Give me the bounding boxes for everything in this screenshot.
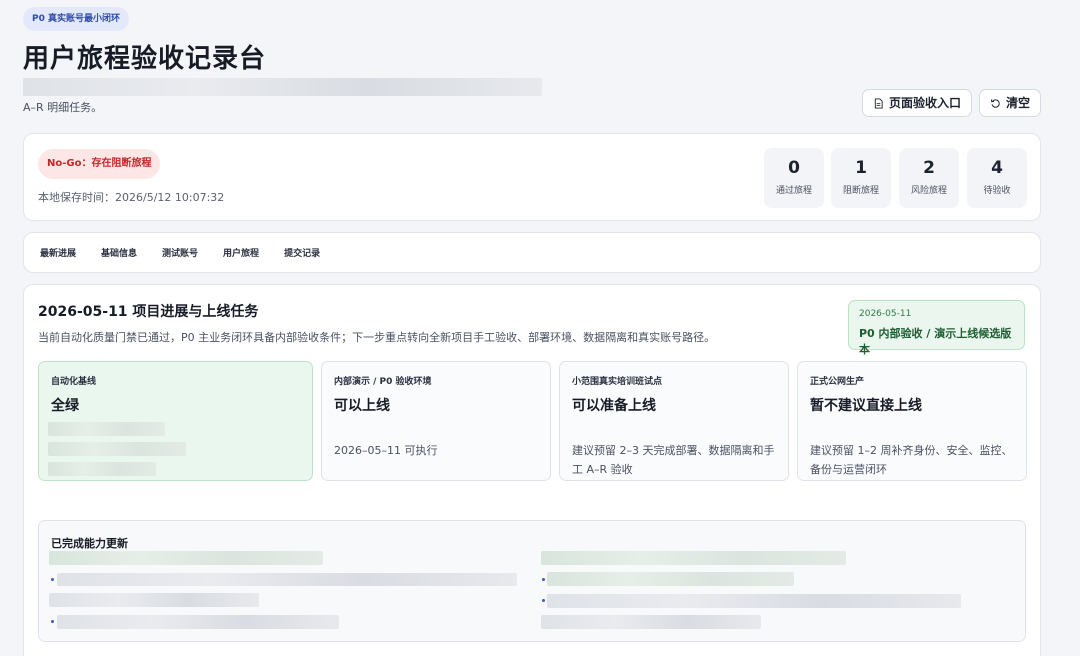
card-automation-baseline: 自动化基线 全绿 — [38, 361, 313, 481]
redacted-text — [541, 551, 846, 565]
card-key: 自动化基线 — [51, 377, 97, 387]
tab-bar: 最新进展 基础信息 测试账号 用户旅程 提交记录 — [23, 232, 1041, 273]
clear-button[interactable]: 清空 — [979, 89, 1042, 117]
document-icon — [874, 97, 883, 109]
bullet-icon — [51, 620, 54, 623]
progress-title: 2026-05-11 项目进展与上线任务 — [38, 304, 259, 320]
card-value: 可以准备上线 — [572, 398, 656, 414]
redacted-text — [49, 593, 259, 607]
stat-label: 通过旅程 — [775, 186, 812, 196]
redacted-text — [57, 615, 339, 629]
redacted-text — [541, 615, 761, 629]
page-check-label: 页面验收入口 — [889, 96, 962, 110]
card-value: 可以上线 — [334, 398, 390, 414]
card-key: 小范围真实培训班试点 — [572, 377, 663, 387]
stat-pending: 4 待验收 — [967, 148, 1027, 208]
stat-passed: 0 通过旅程 — [764, 148, 824, 208]
bullet-icon — [542, 599, 545, 602]
redacted-text — [48, 462, 156, 476]
redacted-text — [57, 573, 517, 586]
stat-value: 2 — [923, 158, 935, 178]
version-date: 2026-05-11 — [859, 309, 912, 319]
stat-blocked: 1 阻断旅程 — [831, 148, 891, 208]
stat-label: 阻断旅程 — [842, 186, 879, 196]
redacted-description — [23, 78, 542, 96]
card-key: 内部演示 / P0 验收环境 — [334, 377, 432, 387]
tab-test-accounts[interactable]: 测试账号 — [162, 246, 198, 259]
page-check-button[interactable]: 页面验收入口 — [862, 89, 973, 117]
card-note: 建议预留 1–2 周补齐身份、安全、监控、备份与运营闭环 — [810, 444, 1013, 476]
card-public-production: 正式公网生产 暂不建议直接上线 建议预留 1–2 周补齐身份、安全、监控、备份与… — [797, 361, 1027, 481]
version-badge: 2026-05-11 P0 内部验收 / 演示上线候选版本 — [848, 300, 1025, 356]
bullet-icon — [51, 578, 54, 581]
completed-title: 已完成能力更新 — [51, 537, 128, 550]
bullet-icon — [542, 578, 545, 581]
card-value: 暂不建议直接上线 — [810, 398, 922, 414]
redacted-text — [48, 442, 186, 456]
card-small-pilot: 小范围真实培训班试点 可以准备上线 建议预留 2–3 天完成部署、数据隔离和手工… — [559, 361, 789, 481]
stat-label: 待验收 — [983, 186, 1011, 196]
redacted-text — [547, 594, 961, 608]
page-subtitle: A–R 明细任务。 — [23, 101, 103, 114]
card-key: 正式公网生产 — [810, 377, 865, 387]
tab-user-journeys[interactable]: 用户旅程 — [223, 246, 259, 259]
stat-value: 0 — [788, 158, 800, 178]
redacted-text — [547, 572, 794, 586]
redacted-text — [48, 422, 165, 436]
version-label: P0 内部验收 / 演示上线候选版本 — [859, 327, 1012, 356]
progress-card: 2026-05-11 项目进展与上线任务 当前自动化质量门禁已通过，P0 主业务… — [23, 284, 1041, 656]
redacted-text — [49, 551, 323, 565]
saved-time: 本地保存时间：2026/5/12 10:07:32 — [38, 191, 225, 204]
status-badge: No-Go：存在阻断旅程 — [38, 149, 161, 179]
tab-submissions[interactable]: 提交记录 — [284, 246, 320, 259]
progress-description: 当前自动化质量门禁已通过，P0 主业务闭环具备内部验收条件；下一步重点转向全新项… — [38, 331, 716, 344]
card-note: 建议预留 2–3 天完成部署、数据隔离和手工 A–R 验收 — [572, 444, 775, 476]
status-card: No-Go：存在阻断旅程 本地保存时间：2026/5/12 10:07:32 0… — [23, 133, 1041, 221]
stat-risk: 2 风险旅程 — [899, 148, 959, 208]
stat-value: 1 — [855, 158, 867, 178]
completed-capabilities: 已完成能力更新 — [38, 520, 1026, 642]
tab-latest[interactable]: 最新进展 — [40, 246, 76, 259]
stat-label: 风险旅程 — [910, 186, 947, 196]
page-title: 用户旅程验收记录台 — [23, 44, 267, 74]
reset-icon — [991, 98, 1000, 108]
clear-label: 清空 — [1006, 96, 1031, 110]
card-internal-demo: 内部演示 / P0 验收环境 可以上线 2026–05–11 可执行 — [321, 361, 551, 481]
tab-basic-info[interactable]: 基础信息 — [101, 246, 137, 259]
stat-value: 4 — [991, 158, 1003, 178]
card-value: 全绿 — [51, 398, 79, 414]
card-note: 2026–05–11 可执行 — [334, 444, 438, 457]
top-badge: P0 真实账号最小闭环 — [23, 7, 129, 31]
